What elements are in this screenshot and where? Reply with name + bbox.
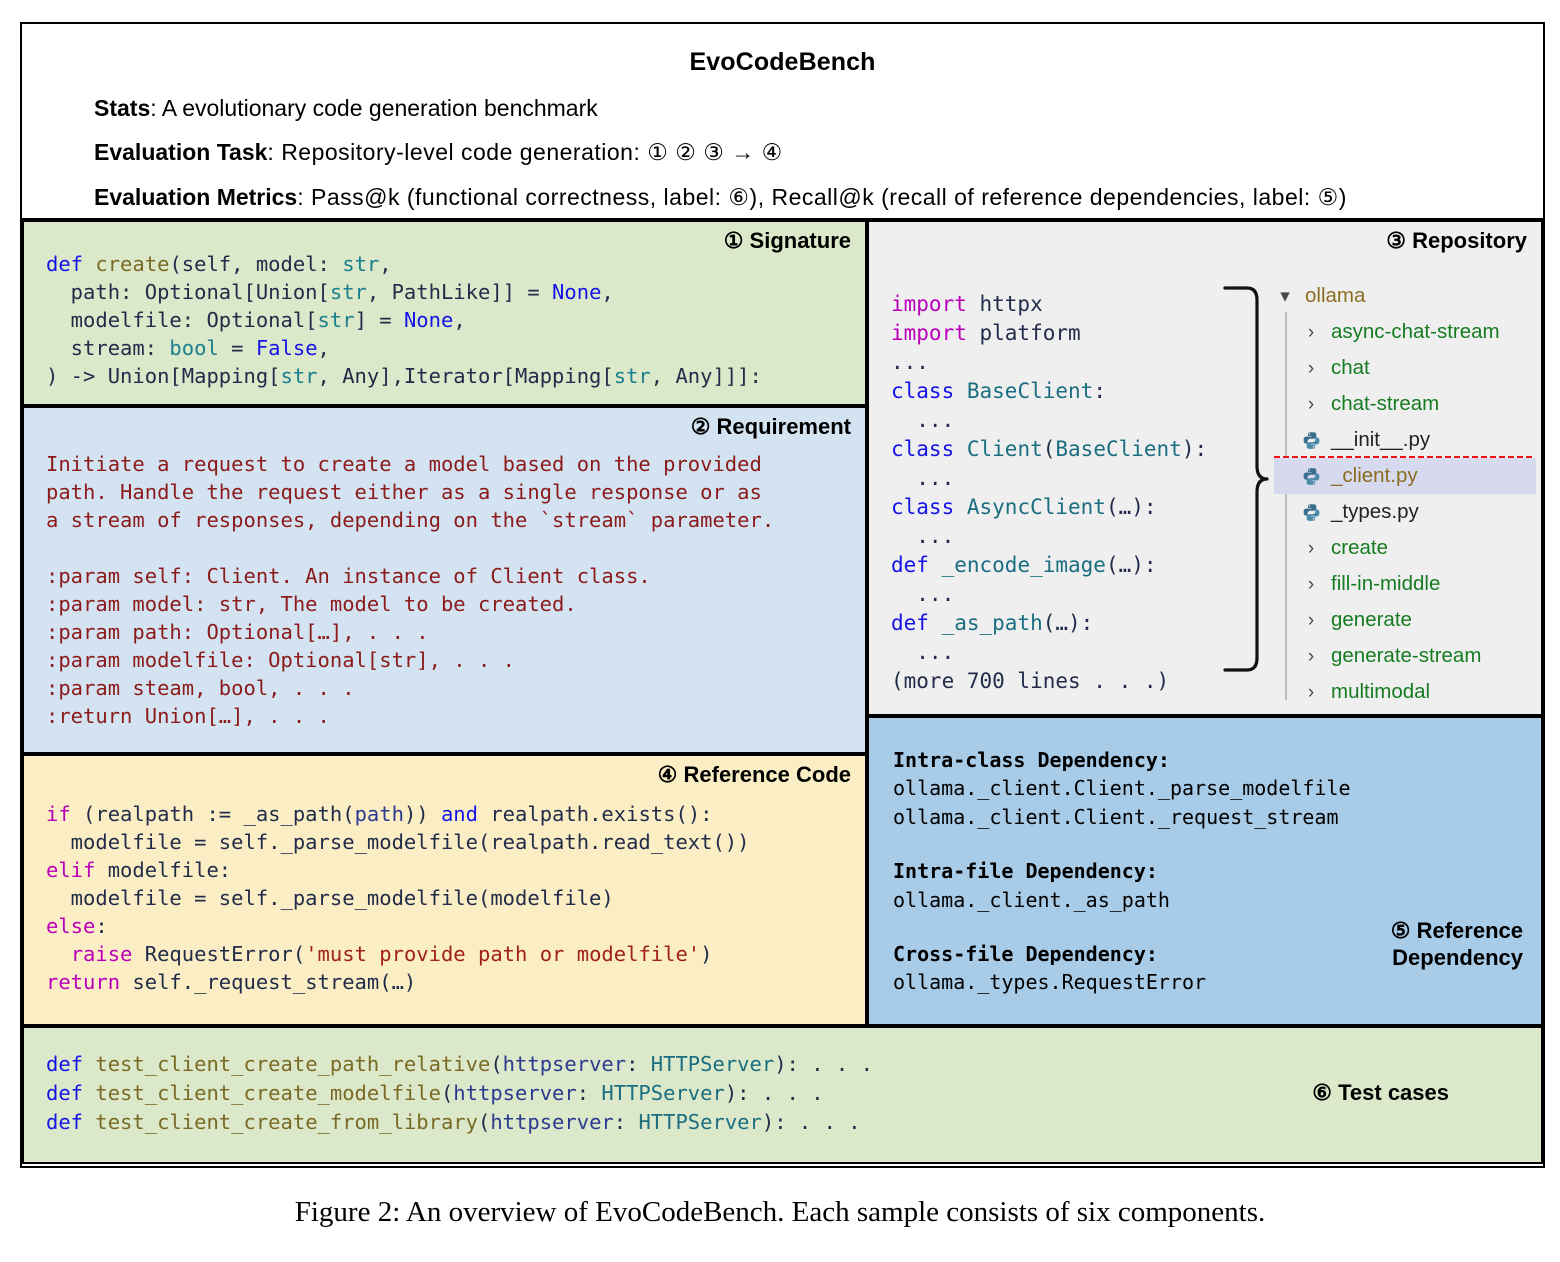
dependency-heading-intra-file: Intra-file Dependency: [893,859,1158,884]
panel-columns: ① Signature def create(self, model: str,… [22,220,1543,1168]
chevron-right-icon[interactable]: › [1300,647,1322,666]
chevron-right-icon[interactable]: › [1300,539,1322,558]
python-file-icon [1300,467,1322,486]
tree-item-label: generate [1331,608,1412,631]
tree-item-client-py[interactable]: _client.py [1274,458,1536,494]
panel-repository: ③ Repository import httpx import platfor… [867,220,1543,716]
dependency-item: ollama._client.Client._parse_modelfile [893,776,1351,801]
tree-item-label: fill-in-middle [1331,572,1441,595]
figure-root: EvoCodeBench Stats: A evolutionary code … [0,0,1560,1262]
tree-item-label: chat-stream [1331,392,1440,415]
tree-item-async-chat-stream[interactable]: › async-chat-stream [1274,314,1536,350]
header-line-eval-task: Evaluation Task: Repository-level code g… [48,140,1517,165]
tree-item-label: async-chat-stream [1331,320,1500,343]
tree-item-init-py[interactable]: __init__.py [1274,422,1536,458]
tree-item-label: _client.py [1331,464,1418,487]
figure-caption: Figure 2: An overview of EvoCodeBench. E… [294,1196,1266,1228]
header-block: EvoCodeBench Stats: A evolutionary code … [22,24,1543,220]
tree-item-label: _types.py [1331,500,1419,523]
panel-label-reference-code: ④ Reference Code [657,762,851,787]
python-file-icon [1300,431,1322,450]
panel-label-reference-dependency: ⑤ Reference Dependency [1391,918,1523,972]
reference-code: if (realpath := _as_path(path)) and real… [46,802,750,995]
panel-reference-dependency: ⑤ Reference Dependency Intra-class Depen… [867,716,1543,1026]
tree-item-chat-stream[interactable]: › chat-stream [1274,386,1536,422]
panel-label-requirement: ② Requirement [690,414,851,439]
tree-item-label: generate-stream [1331,644,1482,667]
panel-label-repository: ③ Repository [1386,228,1527,253]
tree-item-chat[interactable]: › chat [1274,350,1536,386]
tree-item-generate[interactable]: › generate [1274,602,1536,638]
tree-item-create[interactable]: › create [1274,530,1536,566]
chevron-right-icon[interactable]: › [1300,575,1322,594]
panel-reference-code: ④ Reference Code if (realpath := _as_pat… [22,754,867,1026]
panel-test-cases: ⑥ Test cases def test_client_create_path… [22,1026,1543,1164]
tree-item-types-py[interactable]: _types.py [1274,494,1536,530]
header-line-stats: Stats: A evolutionary code generation be… [48,95,1517,121]
tree-item-label: multimodal [1331,680,1431,703]
tree-item-multimodal[interactable]: › multimodal [1274,674,1536,710]
diagram-frame: EvoCodeBench Stats: A evolutionary code … [20,22,1545,1168]
tree-item-fill-in-middle[interactable]: › fill-in-middle [1274,566,1536,602]
header-label-stats: Stats [94,95,151,121]
chevron-right-icon[interactable]: › [1300,395,1322,414]
requirement-text: Initiate a request to create a model bas… [46,452,775,728]
panel-requirement: ② Requirement Initiate a request to crea… [22,406,867,754]
brace-connector-icon [1223,286,1269,672]
dependency-item: ollama._client.Client._request_stream [893,804,1339,829]
tree-item-label: chat [1331,356,1370,379]
dependency-item: ollama._types.RequestError [893,970,1207,995]
tree-item-label: create [1331,536,1388,559]
chevron-right-icon[interactable]: › [1300,323,1322,342]
python-file-icon [1300,503,1322,522]
header-label-eval-metrics: Evaluation Metrics [94,183,298,210]
header-label-eval-task: Evaluation Task [94,139,268,166]
chevron-right-icon[interactable]: › [1300,359,1322,378]
repository-file-tree[interactable]: ▾ ollama › async-chat-stream › chat › ch… [1274,278,1536,710]
dependency-item: ollama._client._as_path [893,887,1170,912]
benchmark-title: EvoCodeBench [689,48,876,76]
tree-item-ollama[interactable]: ▾ ollama [1274,278,1536,314]
tree-item-label: ollama [1305,284,1366,307]
panel-label-line2: Dependency [1392,944,1523,970]
tree-item-label: __init__.py [1331,428,1431,451]
dependency-heading-intra-class: Intra-class Dependency: [893,748,1170,772]
header-text-eval-metrics: : Pass@k (functional correctness, label:… [297,183,1347,210]
panel-label-test-cases: ⑥ Test cases [1312,1080,1449,1105]
tree-item-generate-stream[interactable]: › generate-stream [1274,638,1536,674]
chevron-right-icon[interactable]: › [1300,611,1322,630]
header-text-eval-task: : Repository-level code generation: ① ② … [267,139,783,166]
panel-label-signature: ① Signature [723,228,851,253]
panel-signature: ① Signature def create(self, model: str,… [22,220,867,406]
chevron-down-icon[interactable]: ▾ [1274,287,1296,306]
repository-code: import httpx import platform ... class B… [891,292,1208,693]
header-text-stats: : A evolutionary code generation benchma… [150,95,598,121]
panel-label-line1: ⑤ Reference [1390,918,1523,943]
chevron-right-icon[interactable]: › [1300,683,1322,702]
header-line-eval-metrics: Evaluation Metrics: Pass@k (functional c… [48,183,1517,210]
